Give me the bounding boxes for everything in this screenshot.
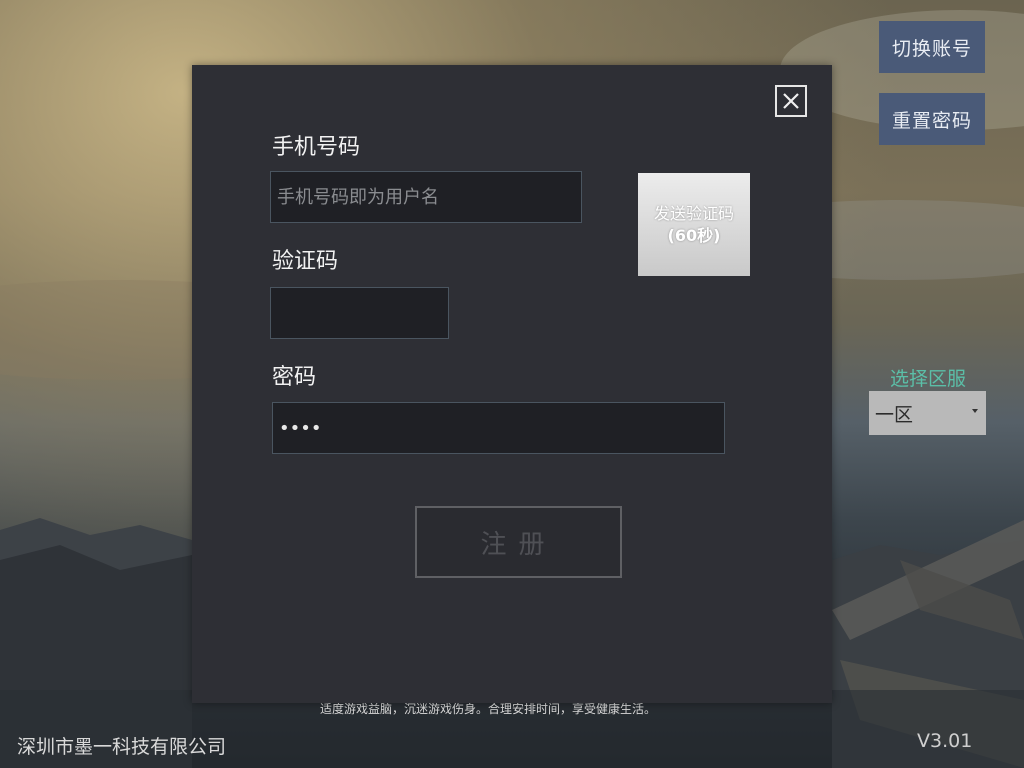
password-label: 密码 xyxy=(272,365,317,390)
send-code-label: 发送验证码 xyxy=(653,203,734,223)
region-label: 选择区服 xyxy=(889,368,966,390)
password-input[interactable] xyxy=(272,402,725,454)
company-name: 深圳市墨一科技有限公司 xyxy=(17,736,227,758)
close-icon xyxy=(783,93,799,109)
dropdown-arrow-icon xyxy=(972,409,978,413)
phone-label: 手机号码 xyxy=(272,135,361,160)
phone-input[interactable] xyxy=(270,171,582,223)
switch-account-button[interactable]: 切换账号 xyxy=(879,21,985,73)
verification-code-input[interactable] xyxy=(270,287,449,339)
region-select[interactable]: 一区 xyxy=(869,391,986,435)
register-dialog: 手机号码 发送验证码 (60秒) 验证码 密码 注册 xyxy=(192,65,832,703)
send-code-button[interactable]: 发送验证码 (60秒) xyxy=(638,173,750,276)
reset-password-button[interactable]: 重置密码 xyxy=(879,93,985,145)
close-button[interactable] xyxy=(775,85,807,117)
verification-code-label: 验证码 xyxy=(272,249,339,274)
region-selected-value: 一区 xyxy=(875,403,914,426)
version-label: V3.01 xyxy=(917,730,973,752)
game-login-screen: 切换账号 重置密码 选择区服 一区 适度游戏益脑，沉迷游戏伤身。合理安排时间，享… xyxy=(0,0,1024,768)
send-code-countdown: (60秒) xyxy=(667,225,721,245)
register-button[interactable]: 注册 xyxy=(415,506,622,578)
